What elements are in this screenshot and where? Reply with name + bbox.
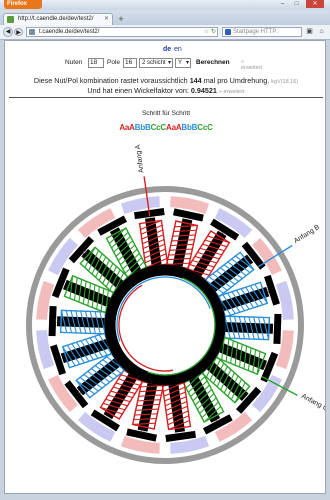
tab-close-icon[interactable]: ✕ bbox=[104, 14, 109, 25]
forward-button[interactable]: ▶ bbox=[14, 28, 23, 36]
lead-label: Anfang C bbox=[300, 393, 325, 413]
search-engine-icon[interactable] bbox=[225, 29, 231, 35]
site-identity-icon[interactable] bbox=[29, 29, 35, 35]
browser-tab[interactable]: http://t.caendle.de/dev/test2/ ✕ bbox=[3, 13, 113, 25]
slot-number: 11 bbox=[140, 429, 146, 435]
lead-label: Anfang A bbox=[135, 144, 146, 173]
close-window-icon[interactable]: ✕ bbox=[306, 0, 324, 8]
reload-icon[interactable]: ↻ bbox=[211, 28, 216, 36]
slot-number: 3 bbox=[221, 231, 224, 237]
new-tab-button[interactable]: + bbox=[116, 14, 126, 24]
slot-number: 1 bbox=[148, 216, 151, 222]
stator-tooth bbox=[216, 313, 282, 345]
page-content: de en Nuten 18 Pole 16 2 schicht Y Berec… bbox=[4, 40, 326, 494]
stator-bore bbox=[120, 280, 210, 370]
window-titlebar: Firefox – □ ✕ bbox=[0, 0, 330, 10]
slot-number: 15 bbox=[54, 319, 60, 325]
favicon-icon bbox=[7, 16, 14, 23]
slot-number: 7 bbox=[264, 363, 267, 369]
slot-number: 13 bbox=[77, 389, 83, 395]
minimize-icon[interactable]: – bbox=[276, 0, 289, 8]
lead-label: Anfang B bbox=[293, 224, 321, 245]
slot-number: 17 bbox=[82, 251, 88, 257]
url-bar[interactable]: t.caendle.de/dev/test2/ ☆ ↻ bbox=[26, 27, 218, 37]
tooth-tip bbox=[273, 313, 282, 345]
slot-number: 5 bbox=[266, 290, 269, 296]
firefox-menu-button[interactable]: Firefox bbox=[4, 0, 42, 9]
tab-bar: http://t.caendle.de/dev/test2/ ✕ + bbox=[0, 10, 330, 25]
maximize-icon[interactable]: □ bbox=[290, 0, 303, 8]
search-bar[interactable]: Startpage HTTP: bbox=[222, 27, 302, 37]
addons-icon[interactable]: ▣ bbox=[304, 27, 315, 37]
status-bar bbox=[0, 494, 330, 500]
bookmark-star-icon[interactable]: ☆ bbox=[204, 28, 209, 36]
winding-diagram: Anfang AAnfang BAnfang C1357911131517 bbox=[26, 144, 325, 464]
search-placeholder: Startpage HTTP: bbox=[233, 29, 279, 35]
lead-wire bbox=[143, 176, 151, 217]
navigation-bar: ◀ ▶ t.caendle.de/dev/test2/ ☆ ↻ Startpag… bbox=[0, 25, 330, 40]
home-icon[interactable]: ⌂ bbox=[316, 27, 327, 37]
url-text: t.caendle.de/dev/test2/ bbox=[39, 29, 100, 35]
tab-title: http://t.caendle.de/dev/test2/ bbox=[18, 16, 94, 22]
slot-number: 9 bbox=[214, 418, 217, 424]
back-button[interactable]: ◀ bbox=[3, 27, 13, 37]
